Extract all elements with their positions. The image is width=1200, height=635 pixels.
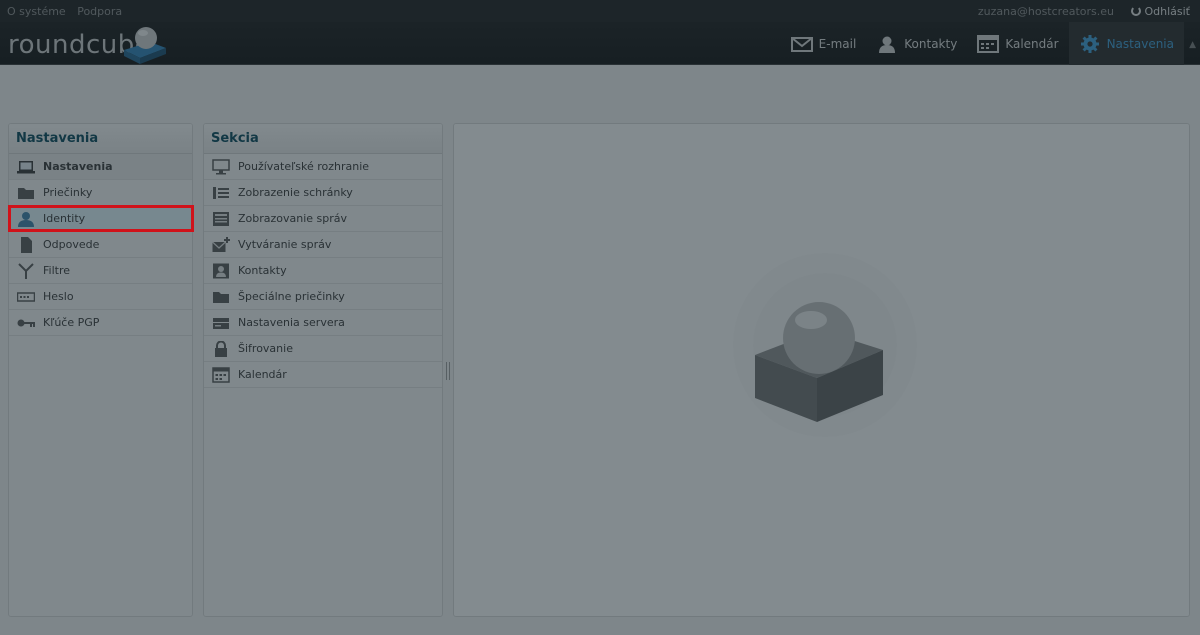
section-item-label: Kalendár [238, 368, 287, 381]
logout-label: Odhlásiť [1144, 5, 1190, 18]
nav-collapse-icon[interactable]: ▲ [1189, 40, 1196, 50]
settings-item-folders[interactable]: Priečinky [9, 180, 192, 206]
nav-settings[interactable]: Nastavenia [1068, 22, 1184, 65]
top-line-bar: O systéme Podpora zuzana@hostcreators.eu… [0, 0, 1200, 22]
server-icon [212, 315, 230, 331]
user-email: zuzana@hostcreators.eu [977, 5, 1114, 18]
nav-calendar-label: Kalendár [1005, 36, 1059, 51]
section-panel-title: Sekcia [204, 124, 442, 154]
password-icon [17, 289, 35, 305]
mail-icon [790, 36, 813, 52]
settings-item-label: Priečinky [43, 186, 93, 199]
section-item-label: Vytváranie správ [238, 238, 332, 251]
section-item-label: Zobrazenie schránky [238, 186, 353, 199]
section-item-compose[interactable]: Vytváranie správ [204, 232, 442, 258]
logout-button[interactable]: Odhlásiť [1131, 5, 1190, 18]
section-item-label: Zobrazovanie správ [238, 212, 348, 225]
power-icon [1131, 6, 1142, 16]
gear-icon [1080, 34, 1099, 53]
section-item-ui[interactable]: Používateľské rozhranie [204, 154, 442, 180]
settings-item-label: Kľúče PGP [43, 316, 100, 329]
key-icon [17, 315, 35, 331]
settings-item-label: Odpovede [43, 238, 100, 251]
settings-panel-title: Nastavenia [9, 124, 192, 154]
compose-icon [212, 236, 230, 253]
settings-item-preferences[interactable]: Nastavenia [9, 154, 192, 180]
monitor-icon [212, 158, 230, 175]
settings-item-responses[interactable]: Odpovede [9, 232, 192, 258]
message-view-icon [212, 211, 230, 227]
settings-item-label: Nastavenia [43, 160, 113, 173]
settings-item-label: Filtre [43, 264, 71, 277]
folder-icon [17, 185, 35, 201]
header: roundcube E-mail Kontakty Kalendár Nasta… [0, 22, 1200, 65]
section-item-label: Šifrovanie [238, 342, 293, 355]
settings-item-password[interactable]: Heslo [9, 284, 192, 310]
nav-email[interactable]: E-mail [781, 22, 867, 65]
section-item-label: Nastavenia servera [238, 316, 345, 329]
section-item-mailbox[interactable]: Zobrazenie schránky [204, 180, 442, 206]
nav-calendar[interactable]: Kalendár [967, 22, 1068, 65]
settings-item-label: Heslo [43, 290, 74, 303]
identity-highlight-box [8, 205, 194, 232]
nav-settings-label: Nastavenia [1106, 36, 1174, 51]
section-item-contacts[interactable]: Kontakty [204, 258, 442, 284]
roundcube-watermark-icon [733, 253, 917, 437]
section-item-server[interactable]: Nastavenia servera [204, 310, 442, 336]
calendar-icon [977, 34, 1000, 53]
panel-splitter[interactable] [446, 362, 450, 380]
about-link[interactable]: O systéme [7, 5, 66, 18]
roundcube-logo-icon [124, 27, 166, 64]
nav-contacts[interactable]: Kontakty [866, 22, 967, 65]
document-icon [17, 236, 35, 253]
contacts-icon [879, 36, 896, 53]
main-nav: E-mail Kontakty Kalendár Nastavenia [781, 22, 1184, 65]
mailbox-list-icon [212, 185, 230, 201]
section-panel: Sekcia Používateľské rozhranie Zobrazeni… [203, 123, 443, 617]
laptop-icon [17, 159, 35, 175]
calendar-icon [212, 366, 230, 383]
section-item-label: Kontakty [238, 264, 287, 277]
section-item-encryption[interactable]: Šifrovanie [204, 336, 442, 362]
nav-contacts-label: Kontakty [904, 36, 958, 51]
filter-icon [17, 262, 35, 279]
section-item-message-view[interactable]: Zobrazovanie správ [204, 206, 442, 232]
lock-icon [212, 340, 230, 357]
settings-panel: Nastavenia Nastavenia Priečinky Identity… [8, 123, 193, 617]
settings-item-pgp-keys[interactable]: Kľúče PGP [9, 310, 192, 336]
settings-item-filters[interactable]: Filtre [9, 258, 192, 284]
section-item-special-folders[interactable]: Špeciálne priečinky [204, 284, 442, 310]
contact-card-icon [212, 263, 230, 279]
support-link[interactable]: Podpora [77, 5, 122, 18]
nav-email-label: E-mail [818, 36, 857, 51]
section-item-calendar[interactable]: Kalendár [204, 362, 442, 388]
folder-icon [212, 289, 230, 305]
section-item-label: Špeciálne priečinky [238, 290, 345, 303]
section-item-label: Používateľské rozhranie [238, 160, 370, 173]
